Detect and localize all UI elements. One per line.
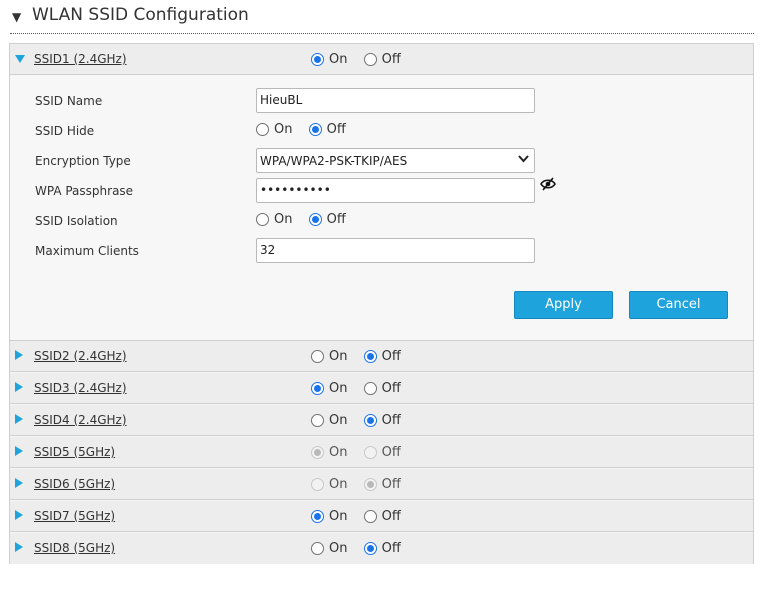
ssid-name-link[interactable]: SSID1 (2.4GHz) [34,52,127,66]
ssid-enable-group: On Off [311,349,413,364]
ssid2-on-radio[interactable] [311,350,324,363]
ssid-name-link[interactable]: SSID4 (2.4GHz) [34,413,127,427]
ssid-name-link[interactable]: SSID2 (2.4GHz) [34,349,127,363]
ssid4-off-radio[interactable] [363,414,377,427]
ssid7-off-radio[interactable] [363,510,377,523]
ssid-isolation-group: On Off [256,212,358,227]
off-label: Off [381,349,401,364]
encryption-type-value: WPA/WPA2-PSK-TKIP/AES [260,154,408,168]
ssid-enable-group: On Off [311,413,413,428]
ssid-isolation-label: SSID Isolation [35,214,118,228]
ssid-hide-off-radio[interactable] [308,123,322,136]
ssid-name-link[interactable]: SSID7 (5GHz) [34,509,115,523]
maximum-clients-input[interactable]: 32 [256,238,535,263]
expand-arrow-icon[interactable] [15,510,23,520]
ssid-enable-group: On Off [311,381,413,396]
ssid-row-6: SSID6 (5GHz) On Off [10,469,753,500]
chevron-down-icon [518,153,529,167]
isolation-on-radio[interactable] [256,213,269,226]
section-header: ▼ WLAN SSID Configuration [10,4,754,34]
ssid6-on-radio [311,478,324,491]
apply-button[interactable]: Apply [514,291,613,319]
ssid-name-label: SSID Name [35,94,103,108]
on-label: On [329,349,348,364]
ssid-hide-on-radio[interactable] [256,123,269,136]
ssid-row-7: SSID7 (5GHz) On Off [10,501,753,532]
ssid-name-link[interactable]: SSID5 (5GHz) [34,445,115,459]
off-label: Off [326,212,346,227]
triangle-down-icon[interactable]: ▼ [12,10,21,24]
on-label: On [274,122,293,137]
on-label: On [329,477,348,492]
off-label: Off [326,122,346,137]
off-label: Off [381,445,401,460]
ssid1-detail-panel: SSID Name HieuBL SSID Hide On Off Encryp… [10,76,753,341]
section-title: WLAN SSID Configuration [32,5,249,25]
ssid-enable-group: On Off [311,52,413,67]
on-label: On [274,212,293,227]
encryption-type-label: Encryption Type [35,154,131,168]
ssid-name-link[interactable]: SSID6 (5GHz) [34,477,115,491]
on-label: On [329,445,348,460]
wpa-passphrase-input[interactable]: •••••••••• [256,178,535,203]
ssid1-off-radio[interactable] [363,53,377,66]
ssid-row-5: SSID5 (5GHz) On Off [10,437,753,468]
off-label: Off [381,541,401,556]
maximum-clients-label: Maximum Clients [35,244,139,258]
ssid5-off-radio [363,446,377,459]
ssid3-on-radio[interactable] [311,382,324,395]
expand-arrow-icon[interactable] [15,542,23,552]
expand-arrow-icon[interactable] [15,414,23,424]
ssid3-off-radio[interactable] [363,382,377,395]
ssid8-on-radio[interactable] [311,542,324,555]
on-label: On [329,381,348,396]
ssid8-off-radio[interactable] [363,542,377,555]
ssid7-on-radio[interactable] [311,510,324,523]
ssid-row-8: SSID8 (5GHz) On Off [10,533,753,564]
ssid-enable-group: On Off [311,509,413,524]
on-label: On [329,541,348,556]
expand-arrow-icon[interactable] [15,446,23,456]
ssid-row-1: SSID1 (2.4GHz) On Off [10,44,753,75]
ssid-name-link[interactable]: SSID8 (5GHz) [34,541,115,555]
on-label: On [329,509,348,524]
ssid-enable-group: On Off [311,541,413,556]
ssid1-on-radio[interactable] [311,53,324,66]
expand-arrow-icon[interactable] [15,350,23,360]
expand-arrow-icon[interactable] [15,478,23,488]
ssid-row-2: SSID2 (2.4GHz) On Off [10,341,753,372]
cancel-button[interactable]: Cancel [629,291,728,319]
off-label: Off [381,381,401,396]
ssid-hide-label: SSID Hide [35,124,95,138]
ssid-row-3: SSID3 (2.4GHz) On Off [10,373,753,404]
ssid-name-input[interactable]: HieuBL [256,88,535,113]
off-label: Off [381,52,401,67]
wpa-passphrase-label: WPA Passphrase [35,184,134,198]
ssid6-off-radio [363,478,377,491]
ssid2-off-radio[interactable] [363,350,377,363]
ssid-list: SSID1 (2.4GHz) On Off SSID Name HieuBL S… [9,43,754,564]
ssid4-on-radio[interactable] [311,414,324,427]
ssid-row-4: SSID4 (2.4GHz) On Off [10,405,753,436]
ssid-name-link[interactable]: SSID3 (2.4GHz) [34,381,127,395]
expand-arrow-icon[interactable] [15,55,25,63]
off-label: Off [381,477,401,492]
on-label: On [329,52,348,67]
ssid-enable-group: On Off [311,477,413,492]
ssid-hide-group: On Off [256,122,358,137]
off-label: Off [381,509,401,524]
ssid5-on-radio [311,446,324,459]
off-label: Off [381,413,401,428]
isolation-off-radio[interactable] [308,213,322,226]
eye-slash-icon[interactable] [540,176,556,191]
on-label: On [329,413,348,428]
ssid-enable-group: On Off [311,445,413,460]
expand-arrow-icon[interactable] [15,382,23,392]
encryption-type-select[interactable]: WPA/WPA2-PSK-TKIP/AES [256,148,535,173]
